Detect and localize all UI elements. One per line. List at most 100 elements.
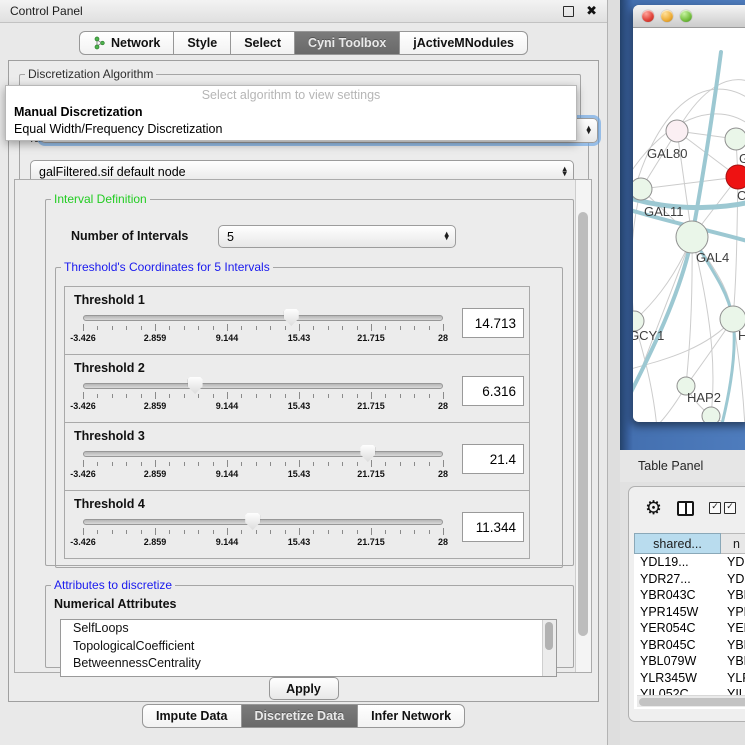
threshold-4-value-field[interactable]: 11.344	[462, 512, 524, 542]
column-header-shared-name[interactable]: shared...	[634, 533, 721, 554]
apply-button[interactable]: Apply	[269, 677, 339, 700]
list-scrollbar-thumb[interactable]	[545, 622, 553, 650]
threshold-2-slider[interactable]: -3.4262.8599.14415.4321.71528	[83, 376, 443, 412]
tick-mark	[342, 462, 343, 466]
number-of-intervals-value: 5	[227, 230, 234, 244]
table-row[interactable]: YBL079WYBL0	[634, 653, 745, 670]
horizontal-scrollbar-thumb[interactable]	[639, 698, 745, 706]
dropdown-option-equal-width-frequency[interactable]: Equal Width/Frequency Discretization	[6, 121, 576, 138]
float-window-icon[interactable]	[563, 6, 574, 17]
tab-cyni-toolbox[interactable]: Cyni Toolbox	[294, 31, 400, 55]
tick-mark	[126, 394, 127, 398]
panel-title: Control Panel	[10, 4, 563, 18]
slider-track[interactable]	[83, 383, 443, 389]
threshold-3-value-field[interactable]: 21.4	[462, 444, 524, 474]
tick-mark	[83, 324, 84, 331]
cell-name[interactable]: YBR0	[721, 588, 745, 602]
tick-label: 2.859	[144, 537, 167, 547]
cell-shared-name[interactable]: YBL079W	[634, 654, 721, 668]
slider-track[interactable]	[83, 451, 443, 457]
cell-shared-name[interactable]: YLR345W	[634, 671, 721, 685]
threshold-3-slider[interactable]: -3.4262.8599.14415.4321.71528	[83, 444, 443, 480]
tick-mark	[270, 462, 271, 466]
cell-name[interactable]: YBL0	[721, 654, 745, 668]
tab-style[interactable]: Style	[173, 31, 231, 55]
slider-ticks	[83, 392, 443, 400]
slider-track[interactable]	[83, 519, 443, 525]
cell-name[interactable]: YER0	[721, 621, 745, 635]
table-row[interactable]: YDL19...YDL1	[634, 554, 745, 571]
node-gal4[interactable]	[676, 221, 708, 253]
zoom-traffic-light-icon[interactable]	[680, 10, 692, 22]
threshold-1-slider[interactable]: -3.4262.8599.14415.4321.71528	[83, 308, 443, 344]
tick-mark	[285, 530, 286, 534]
cell-name[interactable]: YLR3	[721, 671, 745, 685]
table-row[interactable]: YBR045CYBR0	[634, 637, 745, 654]
slider-track[interactable]	[83, 315, 443, 321]
numerical-attributes-list[interactable]: SelfLoops TopologicalCoefficient Between…	[60, 619, 557, 677]
tab-jactivemnodules[interactable]: jActiveMNodules	[399, 31, 528, 55]
node-gal80[interactable]	[666, 120, 688, 142]
list-item[interactable]: TopologicalCoefficient	[61, 638, 556, 656]
tick-label: 21.715	[357, 333, 385, 343]
gear-icon[interactable]: ⚙	[645, 499, 662, 518]
network-canvas[interactable]: GAL80 GAL11 GAL4 GCY1 HAP2 GA C H	[633, 28, 745, 422]
tick-mark	[126, 462, 127, 466]
threshold-4-slider[interactable]: -3.4262.8599.14415.4321.71528	[83, 512, 443, 548]
cell-shared-name[interactable]: YBR043C	[634, 588, 721, 602]
cell-shared-name[interactable]: YDR27...	[634, 572, 721, 586]
close-traffic-light-icon[interactable]	[642, 10, 654, 22]
columns-icon[interactable]	[677, 501, 694, 516]
node-gal11[interactable]	[633, 178, 652, 200]
list-item[interactable]: SelfLoops	[61, 620, 556, 638]
cell-name[interactable]: YDL1	[721, 555, 745, 569]
cell-shared-name[interactable]: YDL19...	[634, 555, 721, 569]
cell-name[interactable]: YDR2	[721, 572, 745, 586]
tick-mark	[141, 394, 142, 398]
column-header-name[interactable]: n	[721, 533, 745, 554]
tick-mark	[414, 462, 415, 466]
cell-shared-name[interactable]: YBR045C	[634, 638, 721, 652]
cell-name[interactable]: YBR0	[721, 638, 745, 652]
table-data-value: galFiltered.sif default node	[39, 165, 186, 179]
table-row[interactable]: YLR345WYLR3	[634, 670, 745, 687]
table-row[interactable]: YER054CYER0	[634, 620, 745, 637]
tab-infer-network[interactable]: Infer Network	[357, 704, 465, 728]
node-partial-bottom[interactable]	[702, 407, 720, 422]
list-scrollbar[interactable]	[542, 620, 556, 676]
horizontal-scrollbar[interactable]	[637, 695, 745, 707]
list-item[interactable]: BetweennessCentrality	[61, 655, 556, 673]
tab-discretize-data[interactable]: Discretize Data	[241, 704, 359, 728]
tab-impute-data[interactable]: Impute Data	[142, 704, 242, 728]
close-icon[interactable]: ✖	[586, 5, 597, 18]
dropdown-placeholder: Select algorithm to view settings	[6, 86, 576, 104]
tab-select[interactable]: Select	[230, 31, 295, 55]
minimize-traffic-light-icon[interactable]	[661, 10, 673, 22]
number-of-intervals-combobox[interactable]: 5 ▲▼	[218, 225, 456, 248]
network-window-titlebar[interactable]	[633, 5, 745, 28]
settings-scrollbar[interactable]	[575, 180, 591, 672]
settings-scrollbar-thumb[interactable]	[578, 212, 588, 636]
cell-shared-name[interactable]: YER054C	[634, 621, 721, 635]
group-title: Threshold's Coordinates for 5 Intervals	[61, 260, 273, 274]
cell-shared-name[interactable]: YPR145W	[634, 605, 721, 619]
tick-mark	[83, 460, 84, 467]
threshold-1-value-field[interactable]: 14.713	[462, 308, 524, 338]
node-table[interactable]: shared... n YDL19...YDL1 YDR27...YDR2 YB…	[634, 533, 745, 709]
tick-mark	[198, 530, 199, 534]
table-row[interactable]: YPR145WYPR1	[634, 604, 745, 621]
tick-mark	[141, 530, 142, 534]
select-columns-icon[interactable]: ✓ ✓	[709, 502, 736, 514]
node-red-selected[interactable]	[726, 165, 745, 189]
node-partial-top-right[interactable]	[725, 128, 745, 150]
table-row[interactable]: YDR27...YDR2	[634, 571, 745, 588]
threshold-2-value-field[interactable]: 6.316	[462, 376, 524, 406]
tick-mark	[241, 394, 242, 398]
cell-name[interactable]: YPR1	[721, 605, 745, 619]
tick-mark	[299, 460, 300, 467]
dropdown-option-manual-discretization[interactable]: Manual Discretization	[6, 104, 576, 121]
table-row[interactable]: YBR043CYBR0	[634, 587, 745, 604]
tick-mark	[184, 530, 185, 534]
table-panel-header: Table Panel	[620, 450, 745, 482]
tab-network[interactable]: Network	[79, 31, 174, 55]
